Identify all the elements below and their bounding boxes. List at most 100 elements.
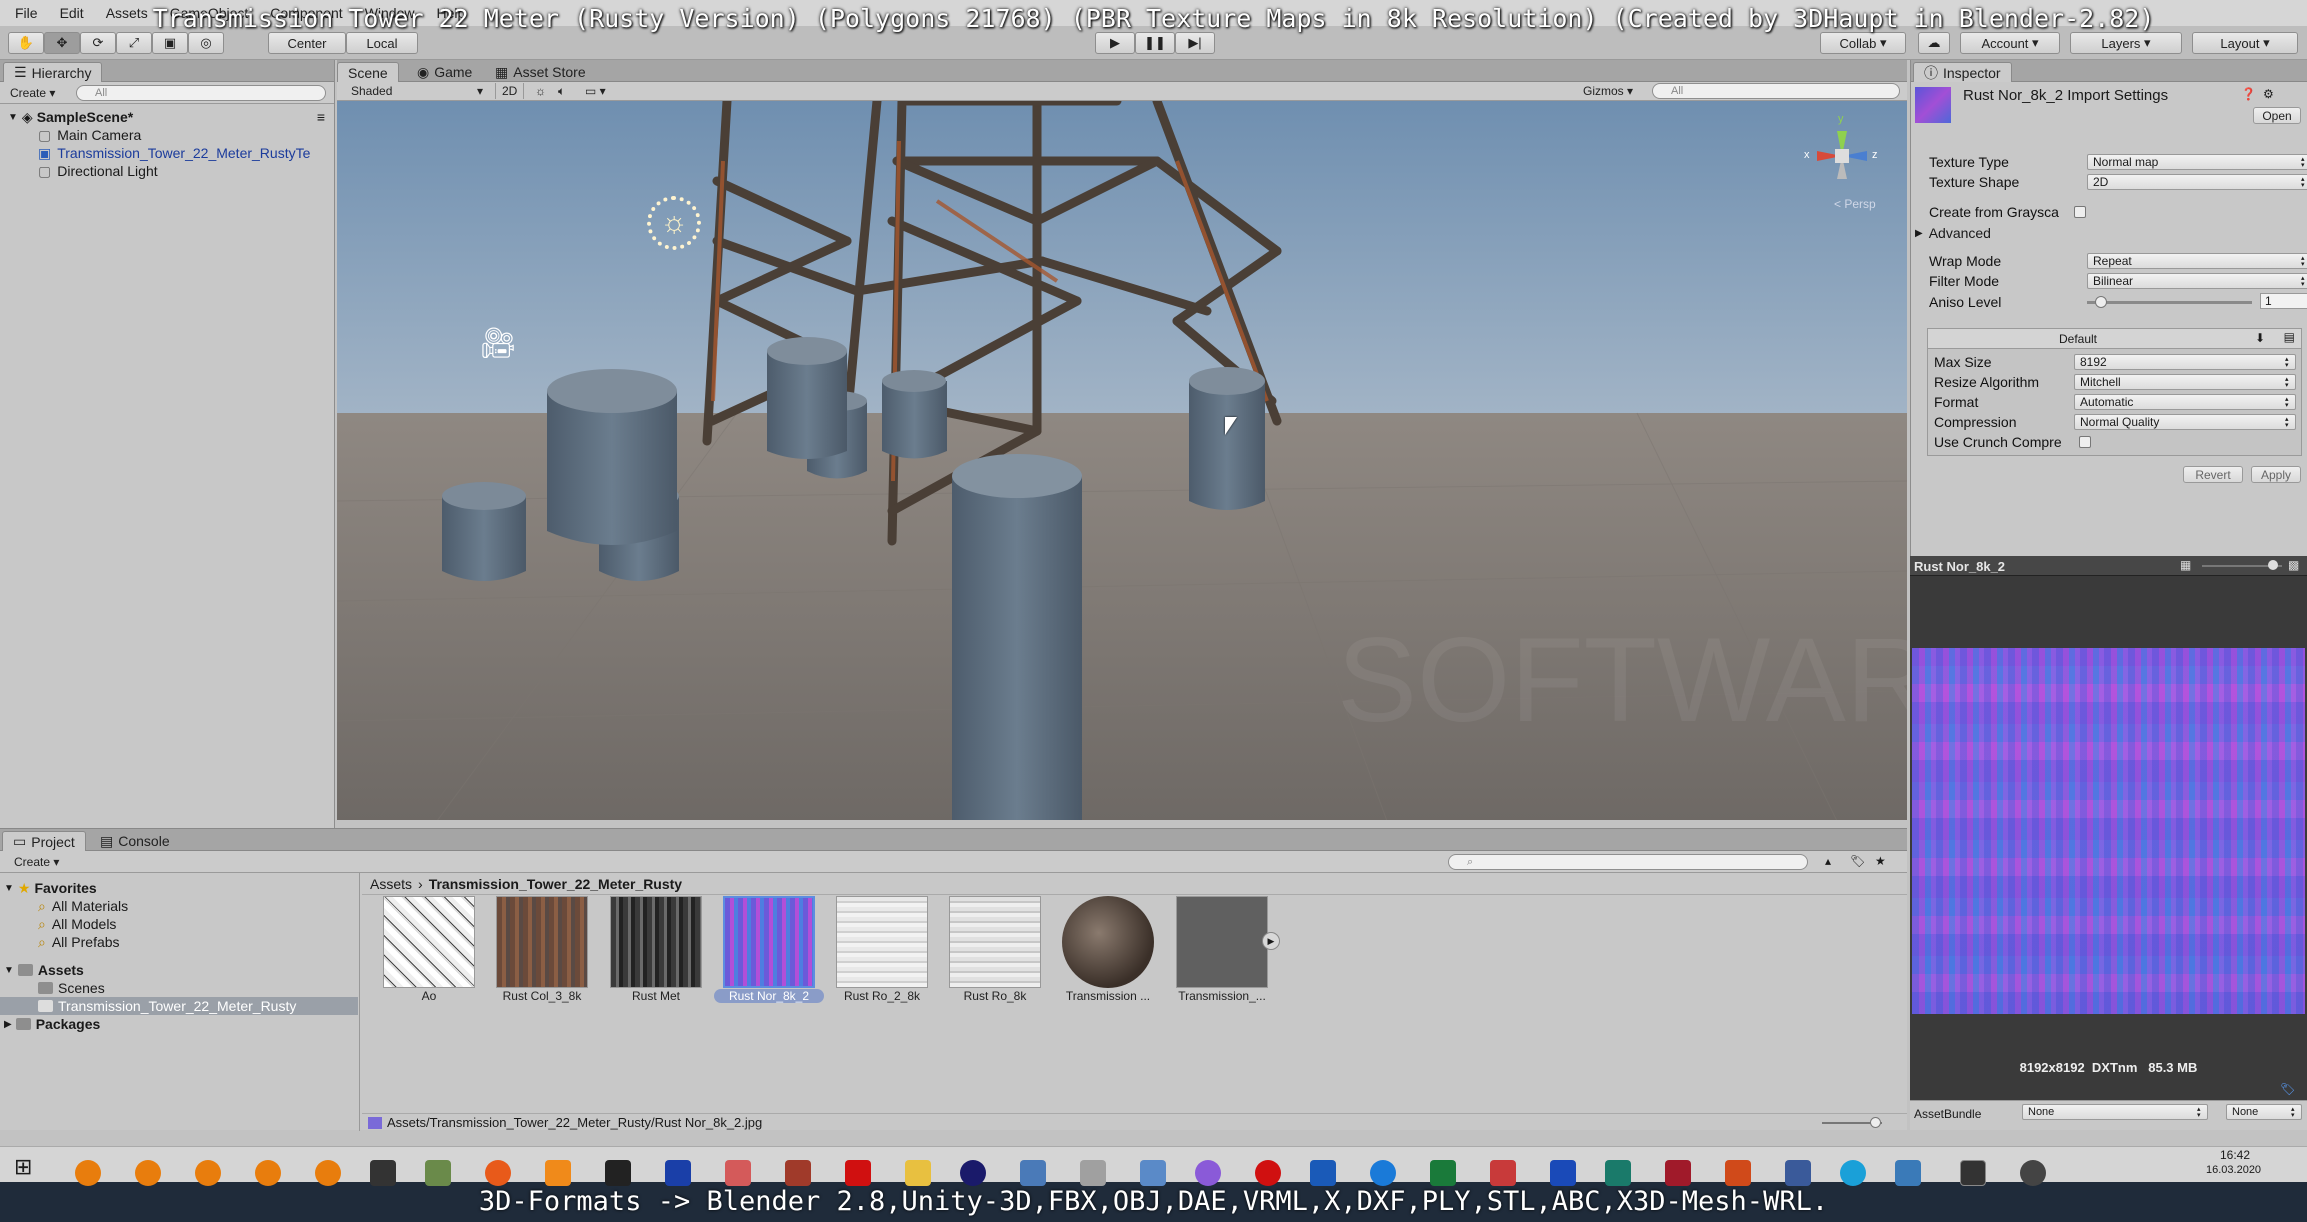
pivot-local-button[interactable]: Local [346, 32, 418, 54]
app-taskbar-icon[interactable] [545, 1160, 571, 1186]
filter-mode-dropdown[interactable]: Bilinear [2087, 273, 2307, 289]
favorite-all-materials[interactable]: ⌕ All Materials [38, 897, 373, 915]
grayscale-checkbox[interactable] [2074, 206, 2086, 218]
favorite-all-models[interactable]: ⌕ All Models [38, 915, 373, 933]
favorite-star-icon[interactable]: ★ [1875, 854, 1886, 868]
scene-viewport[interactable]: SOFTWARE [337, 101, 1907, 820]
folder-transmission-tower[interactable]: Transmission_Tower_22_Meter_Rusty [0, 997, 358, 1015]
audio-toggle[interactable]: 🔈︎ [552, 83, 571, 99]
explorer-taskbar-icon[interactable] [905, 1160, 931, 1186]
filter-label-icon[interactable]: 🏷︎ [1850, 854, 1865, 868]
app-taskbar-icon[interactable] [960, 1160, 986, 1186]
asset-thumb-rust-met[interactable] [610, 896, 702, 988]
tab-asset-store[interactable]: ▦ Asset Store [485, 62, 596, 82]
tab-scene[interactable]: Scene [337, 62, 399, 82]
unity-taskbar-icon[interactable] [1960, 1160, 1986, 1186]
favorite-all-prefabs[interactable]: ⌕ All Prefabs [38, 933, 373, 951]
label-tag-icon[interactable]: 🏷︎ [2280, 1082, 2295, 1096]
menu-help[interactable]: Help [425, 5, 476, 21]
app-taskbar-icon[interactable] [1080, 1160, 1106, 1186]
menu-file[interactable]: File [4, 5, 49, 21]
asset-thumb-rust-ro[interactable] [949, 896, 1041, 988]
scene-menu-icon[interactable]: ≡ [317, 109, 325, 125]
blender-taskbar-icon[interactable] [135, 1160, 161, 1186]
hierarchy-create-button[interactable]: Create ▾ [4, 85, 61, 101]
opera-taskbar-icon[interactable] [1255, 1160, 1281, 1186]
pause-button[interactable]: ❚❚ [1135, 32, 1175, 54]
aniso-slider-track[interactable] [2087, 301, 2252, 304]
channel-toggle-icon[interactable]: ▦ [2180, 558, 2191, 572]
play-button[interactable]: ▶ [1095, 32, 1135, 54]
tab-project[interactable]: ▭ Project [2, 831, 86, 851]
light-gizmo-icon[interactable]: ☼ [647, 196, 701, 250]
advanced-foldout[interactable]: ▶ Advanced [1915, 224, 2290, 242]
app-taskbar-icon[interactable] [1020, 1160, 1046, 1186]
app-taskbar-icon[interactable] [725, 1160, 751, 1186]
asset-thumb-rust-ro2[interactable] [836, 896, 928, 988]
save-taskbar-icon[interactable] [665, 1160, 691, 1186]
tab-hierarchy[interactable]: ☰ Hierarchy [3, 62, 103, 82]
folder-scenes[interactable]: Scenes [38, 979, 373, 997]
publisher-taskbar-icon[interactable] [1605, 1160, 1631, 1186]
gizmos-dropdown[interactable]: Gizmos ▾ [1577, 83, 1639, 99]
tab-game[interactable]: ◉ Game [407, 62, 482, 82]
excel-taskbar-icon[interactable] [1430, 1160, 1456, 1186]
assetbundle-variant-dropdown[interactable]: None [2226, 1104, 2302, 1120]
rotate-tool-button[interactable]: ⟳ [80, 32, 116, 54]
menu-component[interactable]: Component [259, 5, 353, 21]
asset-thumb-rust-nor[interactable] [723, 896, 815, 988]
texture-type-dropdown[interactable]: Normal map [2087, 154, 2307, 170]
hierarchy-search-input[interactable]: All [76, 85, 326, 101]
asset-thumb-transmission-model[interactable] [1176, 896, 1268, 988]
mip-slider-knob[interactable] [2268, 560, 2278, 570]
alpha-toggle-icon[interactable]: ▩ [2288, 558, 2299, 572]
texture-shape-dropdown[interactable]: 2D [2087, 174, 2307, 190]
app-taskbar-icon[interactable] [1895, 1160, 1921, 1186]
outlook-taskbar-icon[interactable] [1310, 1160, 1336, 1186]
asset-thumb-ao[interactable] [383, 896, 475, 988]
app-taskbar-icon[interactable] [2020, 1160, 2046, 1186]
compression-dropdown[interactable]: Normal Quality [2074, 414, 2296, 430]
asset-thumb-rust-col[interactable] [496, 896, 588, 988]
thumbnail-size-knob[interactable] [1870, 1117, 1881, 1128]
breadcrumb-current[interactable]: Transmission_Tower_22_Meter_Rusty [429, 876, 682, 892]
move-tool-button[interactable]: ✥ [44, 32, 80, 54]
app-taskbar-icon[interactable] [785, 1160, 811, 1186]
breadcrumb-assets[interactable]: Assets [370, 876, 412, 892]
project-create-button[interactable]: Create ▾ [8, 854, 65, 870]
packages-folder[interactable]: ▶ Packages [4, 1015, 339, 1033]
hierarchy-item-main-camera[interactable]: ▢ Main Camera [38, 126, 373, 144]
persp-label[interactable]: < Persp [1834, 197, 1876, 211]
menu-assets[interactable]: Assets [95, 5, 159, 21]
preset-icon[interactable]: ⚙ [2263, 87, 2274, 101]
skype-taskbar-icon[interactable] [1840, 1160, 1866, 1186]
apply-button[interactable]: Apply [2251, 466, 2301, 483]
shading-mode-dropdown[interactable]: Shaded ▾ [345, 83, 485, 99]
effects-dropdown[interactable]: ▭ ▾ [579, 83, 612, 99]
cloud-button[interactable]: ☁ [1918, 32, 1950, 54]
hierarchy-item-directional-light[interactable]: ▢ Directional Light [38, 162, 373, 180]
pivot-center-button[interactable]: Center [268, 32, 346, 54]
pdf-taskbar-icon[interactable] [845, 1160, 871, 1186]
rect-tool-button[interactable]: ▣ [152, 32, 188, 54]
wrap-mode-dropdown[interactable]: Repeat [2087, 253, 2307, 269]
blender-taskbar-icon[interactable] [195, 1160, 221, 1186]
step-button[interactable]: ▶| [1175, 32, 1215, 54]
lighting-toggle[interactable]: ☼ [529, 83, 552, 99]
app-taskbar-icon[interactable] [1195, 1160, 1221, 1186]
firefox-taskbar-icon[interactable] [485, 1160, 511, 1186]
access-taskbar-icon[interactable] [1665, 1160, 1691, 1186]
tab-console[interactable]: ▤ Console [90, 831, 180, 851]
app-taskbar-icon[interactable] [1490, 1160, 1516, 1186]
app-taskbar-icon[interactable] [1140, 1160, 1166, 1186]
app-taskbar-icon[interactable] [1785, 1160, 1811, 1186]
menu-edit[interactable]: Edit [49, 5, 95, 21]
transform-tool-button[interactable]: ◎ [188, 32, 224, 54]
layout-dropdown[interactable]: Layout ▾ [2192, 32, 2298, 54]
asset-thumb-transmission-material[interactable] [1062, 896, 1154, 988]
word-taskbar-icon[interactable] [1550, 1160, 1576, 1186]
resize-algorithm-dropdown[interactable]: Mitchell [2074, 374, 2296, 390]
hierarchy-item-tower[interactable]: ▣ Transmission_Tower_22_Meter_RustyTe [38, 144, 334, 162]
aniso-slider-knob[interactable] [2095, 296, 2108, 308]
scene-search-input[interactable]: All [1652, 83, 1900, 99]
